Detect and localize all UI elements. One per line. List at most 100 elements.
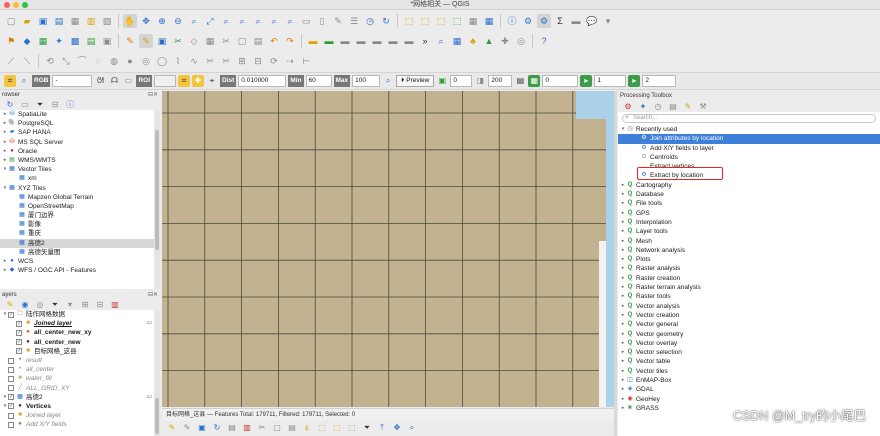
toolbox-search-input[interactable]: Search... — [622, 114, 876, 123]
layer-visibility-checkbox[interactable]: ✓ — [16, 329, 22, 336]
map-tips-icon[interactable]: ▾ — [601, 14, 615, 28]
layer-item[interactable]: ✓ ● all_center_new_xy — [0, 328, 160, 337]
toolbox-group[interactable]: ▸ Q Database — [618, 190, 880, 199]
browser-item[interactable]: ▸ 🐘 PostgreSQL — [0, 119, 160, 128]
max-input[interactable]: 100 — [352, 75, 381, 87]
preview-redraw-icon[interactable]: ▣ — [436, 75, 448, 87]
add-ring-icon[interactable]: ◌ — [91, 54, 105, 68]
browser-item[interactable]: ▦ 高德2 — [0, 238, 160, 248]
plugin-a-icon[interactable]: ✚ — [498, 34, 512, 48]
toolbox-algorithm[interactable]: ⚙ Add X/Y fields to layer — [618, 144, 880, 153]
add-feature-icon[interactable]: ▤ — [226, 422, 238, 434]
browser-item[interactable]: ▦ OpenStreetMap — [0, 202, 160, 211]
map-canvas[interactable] — [162, 91, 614, 407]
toolbox-group[interactable]: ▸ Q Cartography — [618, 181, 880, 190]
zoom-layer-icon[interactable]: ⌕ — [235, 14, 249, 28]
toolbox-group[interactable]: ▸ ◫ EnMAP-Box — [618, 376, 880, 385]
layer-item[interactable]: ✓ ● all_center_new — [0, 338, 160, 347]
paste-icon[interactable]: ▤ — [286, 422, 298, 434]
save-as-icon[interactable]: ▤ — [52, 14, 66, 28]
identify-icon[interactable]: ⓘ — [505, 14, 519, 28]
layer-visibility-checkbox[interactable] — [8, 412, 14, 419]
copy-features-icon[interactable]: ▢ — [235, 34, 249, 48]
copy-icon[interactable]: ▢ — [271, 422, 283, 434]
toolbox-group[interactable]: ▸ Q Network analysis — [618, 246, 880, 255]
offset-symbol-icon[interactable]: ⇢ — [283, 54, 297, 68]
history-icon[interactable]: ◷ — [652, 101, 664, 113]
layers-scrollbar[interactable] — [154, 310, 160, 436]
layout-manager-icon[interactable]: ▥ — [84, 14, 98, 28]
select-by-value-icon[interactable]: ⬚ — [418, 14, 432, 28]
adv-digitize-icon[interactable]: ⟋ — [4, 54, 18, 68]
add-part-icon[interactable]: ◍ — [107, 54, 121, 68]
multi-edit-icon[interactable]: ✎ — [181, 422, 193, 434]
toolbox-group[interactable]: ▸ Q Raster creation — [618, 274, 880, 283]
toolbox-group[interactable]: ▸ Q Layer tools — [618, 227, 880, 236]
toolbox-group[interactable]: ▸ Q Raster analysis — [618, 264, 880, 273]
raster-tool-icon[interactable]: ⌗ — [4, 75, 16, 87]
label-move-icon[interactable]: ▬ — [354, 34, 368, 48]
deselect-all-icon[interactable]: ⬚ — [346, 422, 358, 434]
label-change-icon[interactable]: ▬ — [386, 34, 400, 48]
browser-item[interactable]: ▾ ▦ Vector Tiles — [0, 165, 160, 174]
toolbox-options-icon[interactable]: ⚒ — [697, 101, 709, 113]
models-icon[interactable]: ⚙ — [622, 101, 634, 113]
label-rotate-icon[interactable]: ▬ — [370, 34, 384, 48]
toolbox-group[interactable]: ▸ Q Vector geometry — [618, 330, 880, 339]
toolbox-group[interactable]: ▸ Q Vector general — [618, 320, 880, 329]
step-2-icon[interactable]: ▸ — [628, 75, 641, 87]
layer-item[interactable]: ■ Joined layer — [0, 411, 160, 420]
temporal-controller-icon[interactable]: ◷ — [363, 14, 377, 28]
vertex-tool-icon[interactable]: ◇ — [187, 34, 201, 48]
field-calculator-icon[interactable]: ▦ — [482, 14, 496, 28]
layer-item[interactable]: ● Add X/Y fields — [0, 420, 160, 429]
show-bookmarks-icon[interactable]: ☰ — [347, 14, 361, 28]
step-1-icon[interactable]: ▸ — [580, 75, 593, 87]
filter-table-icon[interactable]: ⏷ — [361, 422, 373, 434]
roi-highlight-icon[interactable]: ⌗ — [178, 75, 191, 87]
add-wms-icon[interactable]: ▤ — [84, 34, 98, 48]
layer-item[interactable]: ✓ ■ Joined layer ▭ — [0, 319, 160, 328]
pan-selection-icon[interactable]: ✥ — [391, 422, 403, 434]
add-mesh-icon[interactable]: ▩ — [68, 34, 82, 48]
edits-icon[interactable]: ✎ — [123, 34, 137, 48]
results-viewer-icon[interactable]: ▤ — [667, 101, 679, 113]
zoom-in-icon[interactable]: ⊕ — [155, 14, 169, 28]
paste-features-icon[interactable]: ▤ — [251, 34, 265, 48]
undo-icon[interactable]: ↶ — [267, 34, 281, 48]
spin-3-input[interactable]: 2 — [642, 75, 677, 87]
zoom-rubber-icon[interactable]: ⌕ — [187, 14, 201, 28]
add-raster-icon[interactable]: ▦ — [36, 34, 50, 48]
toolbox-algorithm[interactable]: ⋰ Extract vertices — [618, 162, 880, 171]
new-project-icon[interactable]: ▢ — [4, 14, 18, 28]
field-a-input[interactable]: 0 — [450, 75, 473, 87]
minimize-window-button[interactable] — [13, 2, 19, 8]
zoom-next-icon[interactable]: ⌕ — [283, 14, 297, 28]
layer-item[interactable]: ╱ ALL_GRID_XY — [0, 384, 160, 393]
layer-item[interactable]: ▾ ✓ ▦ 高德2 ▭ — [0, 393, 160, 402]
toolbox-group[interactable]: ▸ Q Interpolation — [618, 218, 880, 227]
layer-visibility-checkbox[interactable]: ✓ — [8, 311, 14, 318]
layer-indicator-icon[interactable]: ▭ — [146, 319, 152, 328]
toolbox-group[interactable]: ▸ ◉ GeoHey — [618, 395, 880, 404]
select-features-icon[interactable]: ⬚ — [402, 14, 416, 28]
toolbox-algorithm[interactable]: ⚙ Join attributes by location — [618, 134, 880, 144]
toolbox-group[interactable]: ▸ Q File tools — [618, 199, 880, 208]
dist-input[interactable]: 0.010000 — [238, 75, 287, 87]
invert-selection-icon[interactable]: ⬚ — [331, 422, 343, 434]
label-icon[interactable]: ▬ — [306, 34, 320, 48]
panel-splitter[interactable] — [614, 91, 617, 436]
browser-item[interactable]: ▸ ▰ SAP HANA — [0, 128, 160, 137]
add-roi-icon[interactable]: ✚ — [192, 75, 205, 87]
field-b-input[interactable]: 200 — [488, 75, 513, 87]
layer-visibility-checkbox[interactable] — [8, 385, 14, 392]
browser-item[interactable]: ▦ Mapzen Global Terrain — [0, 193, 160, 202]
browser-item[interactable]: ▦ xm — [0, 174, 160, 183]
data-source-manager-icon[interactable]: ⚑ — [4, 34, 18, 48]
print-layout-icon[interactable]: ▦ — [68, 14, 82, 28]
pan-icon[interactable]: ✋ — [123, 14, 137, 28]
scripts-icon[interactable]: ✦ — [637, 101, 649, 113]
roi-field[interactable] — [154, 75, 177, 87]
zoom-native-icon[interactable]: ⌕ — [251, 14, 265, 28]
layer-visibility-checkbox[interactable] — [8, 421, 14, 428]
